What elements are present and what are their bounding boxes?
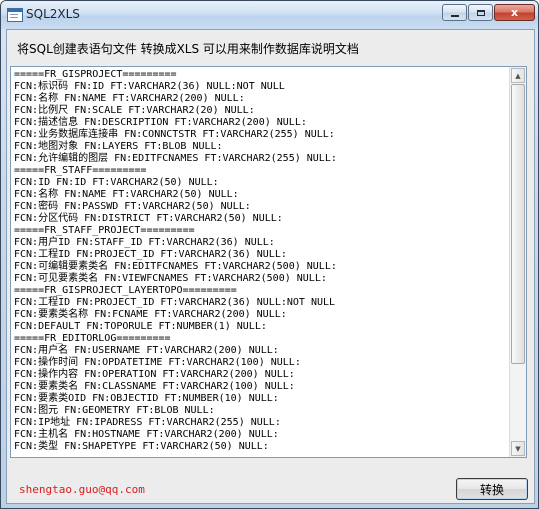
output-line: =====FR_GISPROJECT========= [14,69,177,80]
output-line: FCN:名称 FN:NAME FT:VARCHAR2(50) NULL: [14,189,239,200]
output-line: =====FR_STAFF========= [14,165,147,176]
close-button[interactable]: x [494,4,535,21]
output-line: FCN:可见要素类名 FN:VIEWFCNAMES FT:VARCHAR2(50… [14,273,327,284]
output-line: =====FR_STAFF_PROJECT========= [14,225,195,236]
output-line: FCN:要素类名称 FN:FCNAME FT:VARCHAR2(200) NUL… [14,309,287,320]
output-line: FCN:比例尺 FN:SCALE FT:VARCHAR2(20) NULL: [14,105,255,116]
output-line: FCN:图元 FN:GEOMETRY FT:BLOB NULL: [14,405,215,416]
output-line: FCN:类型 FN:SHAPETYPE FT:VARCHAR2(50) NULL… [14,441,269,452]
output-line: FCN:可编辑要素类名 FN:EDITFCNAMES FT:VARCHAR2(5… [14,261,337,272]
output-line: FCN:允许编辑的图层 FN:EDITFCNAMES FT:VARCHAR2(2… [14,153,337,164]
output-line: FCN:工程ID FN:PROJECT_ID FT:VARCHAR2(36) N… [14,249,287,260]
title-bar[interactable]: SQL2XLS x [1,1,538,29]
output-line: FCN:密码 FN:PASSWD FT:VARCHAR2(50) NULL: [14,201,251,212]
output-line: FCN:描述信息 FN:DESCRIPTION FT:VARCHAR2(200)… [14,117,307,128]
output-line: FCN:要素类名 FN:CLASSNAME FT:VARCHAR2(100) N… [14,381,295,392]
convert-button[interactable]: 转换 [456,478,528,500]
vertical-scrollbar[interactable]: ▲ ▼ [509,67,526,457]
output-line: =====FR_EDITORLOG========= [14,333,171,344]
output-line: =====FR_GISPROJECT_LAYERTOPO========= [14,285,237,296]
output-text: =====FR_GISPROJECT========= FCN:标识码 FN:ID… [14,69,508,453]
app-icon [7,8,23,22]
output-textarea[interactable]: =====FR_GISPROJECT========= FCN:标识码 FN:ID… [10,66,527,458]
output-line: FCN:操作时间 FN:OPDATETIME FT:VARCHAR2(100) … [14,357,301,368]
output-line: FCN:操作内容 FN:OPERATION FT:VARCHAR2(200) N… [14,369,295,380]
maximize-button[interactable] [468,4,493,21]
window-title: SQL2XLS [26,7,80,21]
minimize-icon [450,14,459,17]
scrollbar-thumb[interactable] [511,84,525,364]
output-line: FCN:IP地址 FN:IPADRESS FT:VARCHAR2(255) NU… [14,417,281,428]
close-icon: x [510,6,519,19]
app-window: SQL2XLS x 将SQL创建表语句文件 转换成XLS 可以用来制作数据库说明… [0,0,539,509]
output-line: FCN:地图对象 FN:LAYERS FT:BLOB NULL: [14,141,223,152]
scroll-down-arrow-icon[interactable]: ▼ [511,441,525,456]
maximize-icon [476,9,485,16]
output-line: FCN:工程ID FN:PROJECT_ID FT:VARCHAR2(36) N… [14,297,336,308]
output-line: FCN:业务数据库连接串 FN:CONNCTSTR FT:VARCHAR2(25… [14,129,335,140]
scroll-up-arrow-icon[interactable]: ▲ [511,68,525,83]
output-line: FCN:主机名 FN:HOSTNAME FT:VARCHAR2(200) NUL… [14,429,279,440]
output-line: FCN:DEFAULT FN:TOPORULE FT:NUMBER(1) NUL… [14,321,267,332]
minimize-button[interactable] [442,4,467,21]
client-area: 将SQL创建表语句文件 转换成XLS 可以用来制作数据库说明文档 =====FR… [6,29,535,504]
output-line: FCN:用户名 FN:USERNAME FT:VARCHAR2(200) NUL… [14,345,279,356]
output-line: FCN:用户ID FN:STAFF_ID FT:VARCHAR2(36) NUL… [14,237,275,248]
output-line: FCN:标识码 FN:ID FT:VARCHAR2(36) NULL:NOT N… [14,81,285,92]
output-line: FCN:名称 FN:NAME FT:VARCHAR2(200) NULL: [14,93,245,104]
output-line: FCN:ID FN:ID FT:VARCHAR2(50) NULL: [14,177,219,188]
output-line: FCN:分区代码 FN:DISTRICT FT:VARCHAR2(50) NUL… [14,213,283,224]
author-email: shengtao.guo@qq.com [19,483,145,496]
output-line: FCN:要素类OID FN:OBJECTID FT:NUMBER(10) NUL… [14,393,279,404]
description-label: 将SQL创建表语句文件 转换成XLS 可以用来制作数据库说明文档 [17,42,359,56]
